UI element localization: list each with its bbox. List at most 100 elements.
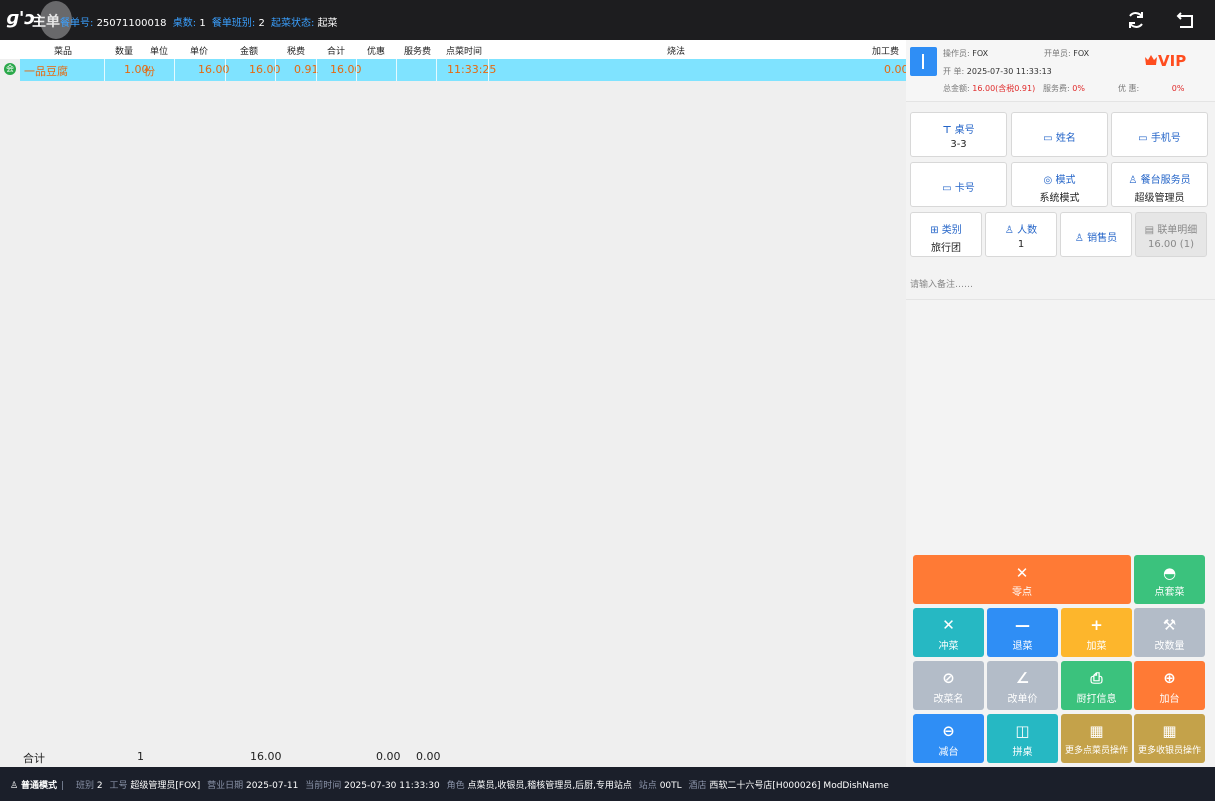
- row-tax: 0.91: [294, 63, 319, 76]
- name-label: ▭ 姓名: [1043, 133, 1076, 144]
- category-button[interactable]: ⊞ 类别 旅行团: [910, 212, 982, 257]
- service-line: 服务费: 0%: [1043, 84, 1085, 93]
- waiter-label: ♙ 餐台服务员: [1128, 175, 1191, 186]
- category-label: ⊞ 类别: [930, 225, 962, 236]
- waiter-value: 超级管理员: [1134, 193, 1185, 204]
- close-icon: ✕: [942, 616, 955, 634]
- compass-icon: ⊘: [942, 669, 955, 687]
- card-icon: ▭: [1043, 133, 1053, 144]
- linked-bill-value: 16.00 (1): [1148, 239, 1194, 250]
- add-button[interactable]: + 加菜: [1061, 608, 1132, 657]
- table-no-value: 3-3: [950, 139, 967, 150]
- rush-button[interactable]: ✕ 冲菜: [913, 608, 984, 657]
- col-qty[interactable]: 数量: [115, 44, 133, 57]
- totals-qty: 1: [137, 750, 144, 763]
- card-icon: ▭: [942, 183, 952, 194]
- bill-info: 餐单号: 25071100018 桌数: 1 餐单班别: 2 起菜状态: 起菜: [60, 14, 341, 29]
- plus-icon: +: [1090, 616, 1103, 634]
- serve-status: 起菜: [317, 18, 338, 29]
- people-label: ♙ 人数: [1004, 225, 1038, 236]
- card-no-label: ▭ 卡号: [942, 183, 975, 194]
- discount-line: 优 惠: 0%: [1118, 84, 1185, 93]
- merge-table-button[interactable]: ◫ 拼桌: [987, 714, 1058, 763]
- col-service[interactable]: 服务费: [404, 44, 431, 57]
- app-logo: ɡ'ɔ: [6, 8, 36, 29]
- table-row[interactable]: 一品豆腐 1.00 份 16.00 16.00 0.91 16.00 11:33…: [20, 59, 909, 81]
- right-panel: 操作员: FOX 开单员: FOX 开 单: 2025-07-30 11:33:…: [906, 40, 1215, 767]
- card-no-button[interactable]: ▭ 卡号: [910, 162, 1007, 207]
- col-tax[interactable]: 税费: [287, 44, 305, 57]
- status-mode[interactable]: ♙ 普通模式 |: [10, 778, 64, 791]
- table-no-button[interactable]: ⊤ 桌号 3-3: [910, 112, 1007, 157]
- add-table-button[interactable]: ⊕ 加台: [1134, 661, 1205, 710]
- user-icon: ♙: [10, 781, 19, 791]
- opener-line: 开单员: FOX: [1044, 49, 1090, 58]
- utensils-icon: ✕: [1015, 564, 1029, 582]
- bill-indicator-icon: [910, 47, 937, 76]
- tables-label: 桌数:: [172, 18, 197, 29]
- name-button[interactable]: ▭ 姓名: [1011, 112, 1108, 157]
- mode-label: ◎ 模式: [1043, 175, 1076, 186]
- people-button[interactable]: ♙ 人数 1: [985, 212, 1057, 257]
- back-icon[interactable]: [1175, 9, 1197, 31]
- people-icon: ♙: [1004, 225, 1014, 236]
- open-time-line: 开 单: 2025-07-30 11:33:13: [943, 67, 1052, 76]
- refresh-icon[interactable]: [1125, 9, 1147, 31]
- dome-icon: ◓: [1162, 564, 1177, 582]
- vip-badge[interactable]: VIP: [1144, 52, 1186, 70]
- more-cashier-ops-button[interactable]: ▦ 更多收银员操作: [1134, 714, 1205, 763]
- col-amount[interactable]: 金额: [240, 44, 258, 57]
- mode-button[interactable]: ◎ 模式 系统模式: [1011, 162, 1108, 207]
- col-price[interactable]: 单价: [190, 44, 208, 57]
- col-time[interactable]: 点菜时间: [446, 44, 482, 57]
- row-process-fee: 0.00: [884, 63, 909, 76]
- printer-icon: ⎙: [1090, 669, 1103, 687]
- col-total[interactable]: 合计: [327, 44, 345, 57]
- totals-discount: 0.00: [376, 750, 401, 763]
- bill-no-label: 餐单号:: [60, 18, 94, 29]
- phone-label: ▭ 手机号: [1138, 133, 1181, 144]
- linked-bill-label: ▤ 联单明细: [1144, 225, 1198, 236]
- kitchen-print-button[interactable]: ⎙ 厨打信息: [1061, 661, 1132, 710]
- waiter-button[interactable]: ♙ 餐台服务员 超级管理员: [1111, 162, 1208, 207]
- table-icon: ⊤: [942, 125, 952, 136]
- sales-button[interactable]: ♙ 销售员: [1060, 212, 1132, 257]
- serve-status-label: 起菜状态:: [271, 18, 315, 29]
- col-discount[interactable]: 优惠: [367, 44, 385, 57]
- row-unit: 份: [144, 65, 155, 78]
- set-menu-button[interactable]: ◓ 点套菜: [1134, 555, 1205, 604]
- total-line: 总金额: 16.00(含税0.91): [943, 84, 1036, 93]
- status-bar: ♙ 普通模式 | 班别 2 工号 超级管理员[FOX] 营业日期 2025-07-…: [0, 767, 1215, 801]
- card-icon: ▭: [1138, 133, 1148, 144]
- member-badge: 会: [4, 63, 16, 75]
- sales-label: ♙ 销售员: [1074, 233, 1118, 244]
- single-order-button[interactable]: ✕ 零点: [913, 555, 1131, 604]
- user-icon: ♙: [1128, 175, 1138, 186]
- linked-bill-button[interactable]: ▤ 联单明细 16.00 (1): [1135, 212, 1207, 257]
- col-dish[interactable]: 菜品: [54, 44, 72, 57]
- change-price-button[interactable]: ∠ 改单价: [987, 661, 1058, 710]
- col-process-fee[interactable]: 加工费: [872, 44, 899, 57]
- category-value: 旅行团: [931, 243, 961, 254]
- row-dish: 一品豆腐: [24, 65, 68, 78]
- totals-row: 合计 1 16.00 0.00 0.00: [0, 747, 906, 767]
- change-qty-button[interactable]: ⚒ 改数量: [1134, 608, 1205, 657]
- rename-button[interactable]: ⊘ 改菜名: [913, 661, 984, 710]
- phone-button[interactable]: ▭ 手机号: [1111, 112, 1208, 157]
- col-cooking[interactable]: 烧法: [667, 44, 685, 57]
- more-order-ops-button[interactable]: ▦ 更多点菜员操作: [1061, 714, 1132, 763]
- document-icon: ▤: [1144, 225, 1155, 236]
- bill-no: 25071100018: [96, 18, 167, 29]
- col-unit[interactable]: 单位: [150, 44, 168, 57]
- people-value: 1: [1017, 239, 1025, 250]
- table-no-label: ⊤ 桌号: [942, 125, 975, 136]
- grid-icon: ⊞: [930, 225, 939, 236]
- totals-label: 合计: [23, 752, 45, 765]
- pen-icon: ∠: [1015, 669, 1030, 687]
- shift-value: 2: [258, 18, 265, 29]
- remark-input[interactable]: 请输入备注……: [910, 277, 973, 290]
- minus-icon: —: [1015, 616, 1030, 634]
- user-icon: ♙: [1074, 233, 1084, 244]
- return-button[interactable]: — 退菜: [987, 608, 1058, 657]
- reduce-table-button[interactable]: ⊖ 减台: [913, 714, 984, 763]
